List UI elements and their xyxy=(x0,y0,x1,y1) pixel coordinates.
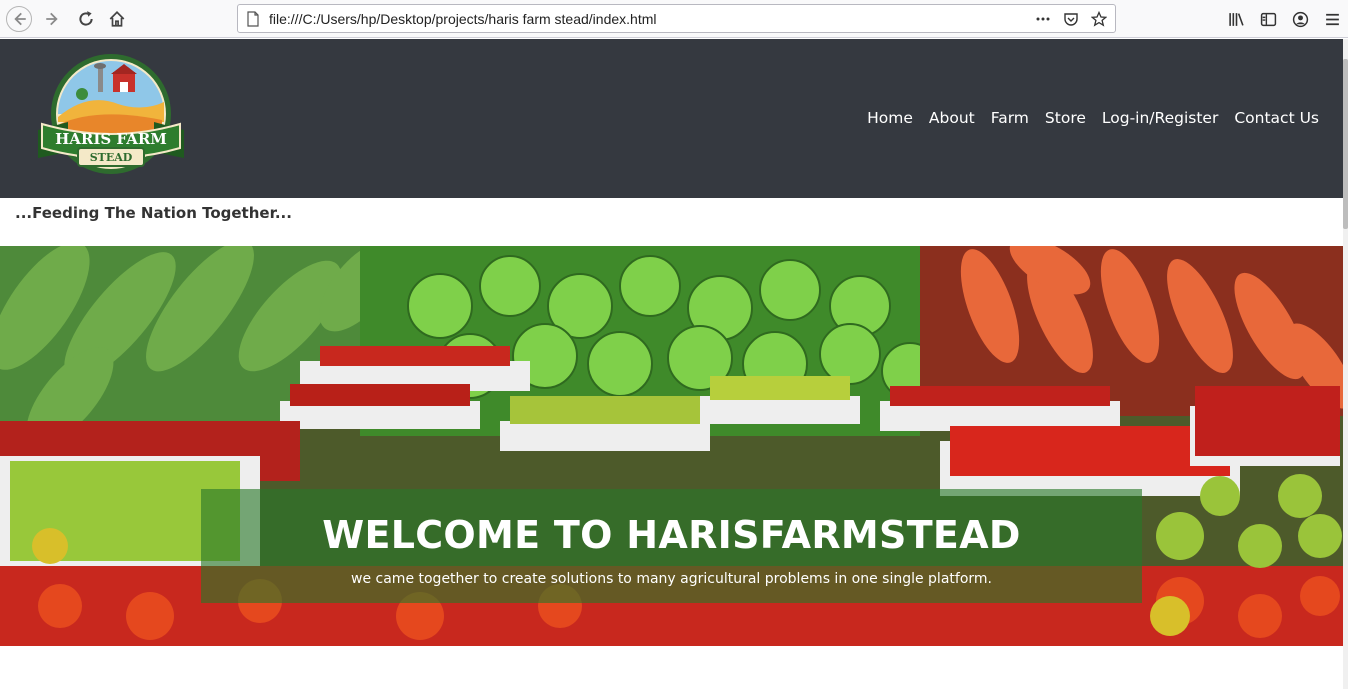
hero-banner: WELCOME TO HARISFARMSTEAD we came togeth… xyxy=(0,246,1343,646)
page-actions-button[interactable] xyxy=(1031,8,1055,30)
nav-link-login-register[interactable]: Log-in/Register xyxy=(1102,109,1218,127)
menu-icon xyxy=(1325,13,1339,25)
forward-icon xyxy=(46,12,58,26)
reload-button[interactable] xyxy=(73,6,99,32)
browser-toolbar: file:///C:/Users/hp/Desktop/projects/har… xyxy=(0,0,1348,38)
bookmark-star-button[interactable] xyxy=(1087,8,1111,30)
star-icon xyxy=(1091,11,1107,27)
back-button[interactable] xyxy=(6,6,32,32)
nav-link-store[interactable]: Store xyxy=(1045,109,1086,127)
tagline: ...Feeding The Nation Together... xyxy=(15,204,292,222)
nav-link-farm[interactable]: Farm xyxy=(991,109,1029,127)
sidebar-button[interactable] xyxy=(1252,6,1284,32)
pocket-icon xyxy=(1064,13,1078,26)
forward-button[interactable] xyxy=(40,6,66,32)
address-bar[interactable]: file:///C:/Users/hp/Desktop/projects/har… xyxy=(237,4,1116,33)
page-viewport: HARIS FARM STEAD Home About Farm Store L… xyxy=(0,39,1343,689)
home-icon xyxy=(109,11,125,27)
library-icon xyxy=(1228,12,1244,26)
back-icon xyxy=(14,12,26,26)
page-icon xyxy=(247,11,259,27)
logo-text-line1: HARIS FARM xyxy=(55,130,167,148)
menu-button[interactable] xyxy=(1316,6,1348,32)
nav-link-contact[interactable]: Contact Us xyxy=(1234,109,1319,127)
nav-link-about[interactable]: About xyxy=(929,109,975,127)
nav-link-home[interactable]: Home xyxy=(867,109,913,127)
hero-subtitle: we came together to create solutions to … xyxy=(351,571,992,587)
url-text[interactable]: file:///C:/Users/hp/Desktop/projects/har… xyxy=(269,11,656,27)
more-icon xyxy=(1036,17,1050,21)
main-nav: Home About Farm Store Log-in/Register Co… xyxy=(867,109,1319,127)
vertical-scrollbar[interactable] xyxy=(1343,39,1348,689)
site-header: HARIS FARM STEAD Home About Farm Store L… xyxy=(0,39,1343,198)
hero-title: WELCOME TO HARISFARMSTEAD xyxy=(322,513,1021,557)
logo-text-line2: STEAD xyxy=(90,151,133,164)
account-button[interactable] xyxy=(1284,6,1316,32)
home-button[interactable] xyxy=(104,6,130,32)
scrollbar-thumb[interactable] xyxy=(1343,59,1348,229)
sidebar-icon xyxy=(1260,12,1276,26)
library-button[interactable] xyxy=(1220,6,1252,32)
pocket-button[interactable] xyxy=(1059,8,1083,30)
reload-icon xyxy=(79,11,93,26)
account-icon xyxy=(1292,11,1308,27)
site-logo[interactable]: HARIS FARM STEAD xyxy=(28,52,194,182)
hero-overlay: WELCOME TO HARISFARMSTEAD we came togeth… xyxy=(201,489,1142,603)
farm-logo-icon: HARIS FARM STEAD xyxy=(38,54,184,174)
